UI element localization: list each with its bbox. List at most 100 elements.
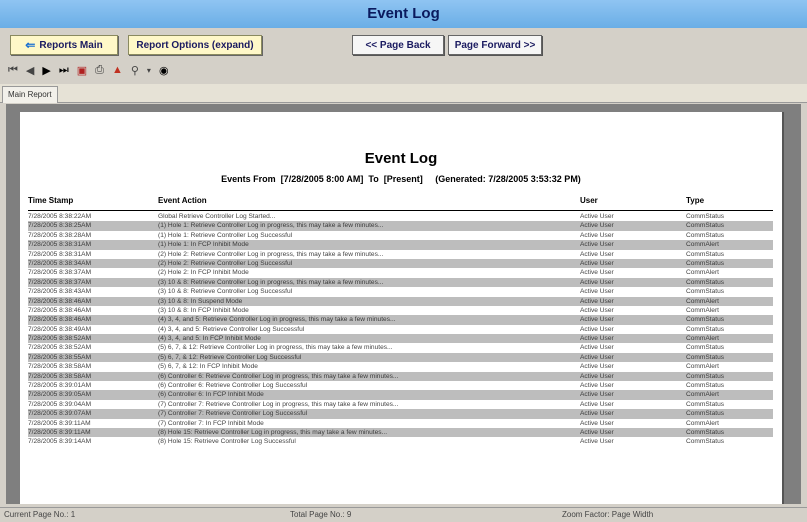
cell-type: CommStatus [686, 316, 725, 324]
page-forward-label: Page Forward >> [454, 39, 536, 51]
cell-time-stamp: 7/28/2005 8:38:37AM [28, 269, 92, 277]
cell-event-action: (3) 10 & 8: Retrieve Controller Log in p… [158, 278, 384, 286]
cell-event-action: (4) 3, 4, and 5: Retrieve Controller Log… [158, 316, 396, 324]
window-title: Event Log [367, 5, 440, 22]
table-row: 7/28/2005 8:38:46AM (4) 3, 4, and 5: Retr… [28, 315, 773, 325]
first-page-icon[interactable]: ⏮ [8, 64, 18, 77]
cell-time-stamp: 7/28/2005 8:38:52AM [28, 335, 92, 343]
report-options-button[interactable]: Report Options (expand) [128, 35, 262, 55]
print-icon[interactable]: ⎙ [95, 64, 104, 77]
cell-user: Active User [580, 259, 614, 267]
cell-event-action: (1) Hole 1: Retrieve Controller Log Succ… [158, 231, 293, 239]
cell-event-action: (3) 10 & 8: Retrieve Controller Log Succ… [158, 288, 293, 296]
header-type: Type [686, 196, 705, 205]
cell-event-action: (4) 3, 4, and 5: Retrieve Controller Log… [158, 325, 305, 333]
table-row: 7/28/2005 8:39:07AM (7) Controller 7: Ret… [28, 409, 773, 419]
cell-user: Active User [580, 316, 614, 324]
table-row: 7/28/2005 8:38:25AM (1) Hole 1: Retrieve … [28, 221, 773, 231]
report-title: Event Log [364, 150, 438, 167]
cell-time-stamp: 7/28/2005 8:38:58AM [28, 372, 92, 380]
last-page-icon[interactable]: ⏭ [59, 64, 69, 77]
cell-type: CommStatus [686, 250, 725, 258]
table-row: 7/28/2005 8:39:11AM (8) Hole 15: Retrieve… [28, 427, 773, 438]
table-header: Time Stamp Event Action User Type [28, 196, 773, 211]
cell-event-action: (7) Controller 7: Retrieve Controller Lo… [158, 410, 308, 418]
cell-type: CommStatus [686, 438, 725, 446]
cell-time-stamp: 7/28/2005 8:38:31AM [28, 250, 92, 258]
pdf-icon[interactable]: ▲ [112, 64, 123, 76]
table-row: 7/28/2005 8:38:31AM (1) Hole 1: In FCP In… [28, 240, 773, 250]
cell-event-action: Global Retrieve Controller Log Started..… [158, 213, 276, 220]
cell-user: Active User [580, 400, 614, 408]
prev-page-icon[interactable]: ◀ [26, 64, 34, 77]
cell-event-action: (8) Hole 15: Retrieve Controller Log Suc… [158, 438, 296, 446]
cell-time-stamp: 7/28/2005 8:38:37AM [28, 278, 92, 286]
table-row: 7/28/2005 8:38:55AM (5) 6, 7, & 12: Retri… [28, 352, 773, 363]
current-page-status: Current Page No.: 1 [4, 510, 76, 519]
cell-time-stamp: 7/28/2005 8:39:04AM [28, 400, 92, 408]
cell-time-stamp: 7/28/2005 8:39:01AM [28, 382, 92, 390]
cell-time-stamp: 7/28/2005 8:38:25AM [28, 222, 92, 230]
export-icon[interactable]: ▣ [77, 64, 87, 77]
back-arrow-icon: ⇐ [25, 38, 36, 52]
reports-main-label: Reports Main [39, 39, 103, 51]
cell-time-stamp: 7/28/2005 8:39:11AM [28, 419, 91, 427]
cell-event-action: (3) 10 & 8: In Suspend Mode [158, 297, 243, 305]
cell-time-stamp: 7/28/2005 8:38:46AM [28, 306, 92, 314]
table-row: 7/28/2005 8:39:14AM (8) Hole 15: Retrieve… [28, 437, 773, 446]
cell-event-action: (5) 6, 7, & 12: Retrieve Controller Log … [158, 353, 302, 361]
zoom-icon[interactable]: ⚲ [131, 64, 139, 77]
cell-time-stamp: 7/28/2005 8:38:43AM [28, 288, 92, 296]
reports-main-button[interactable]: ⇐ Reports Main [10, 35, 118, 55]
cell-event-action: (6) Controller 6: Retrieve Controller Lo… [158, 372, 399, 380]
cell-user: Active User [580, 325, 614, 333]
cell-time-stamp: 7/28/2005 8:38:46AM [28, 316, 92, 324]
cell-type: CommAlert [686, 241, 719, 249]
cell-time-stamp: 7/28/2005 8:38:34AM [28, 259, 92, 267]
dropdown-icon[interactable]: ▾ [147, 66, 151, 75]
cell-time-stamp: 7/28/2005 8:38:28AM [28, 231, 92, 239]
cell-event-action: (6) Controller 6: Retrieve Controller Lo… [158, 382, 308, 390]
cell-time-stamp: 7/28/2005 8:39:05AM [28, 391, 92, 399]
find-icon[interactable]: ◉ [159, 64, 169, 77]
cell-user: Active User [580, 419, 614, 427]
cell-time-stamp: 7/28/2005 8:38:55AM [28, 353, 92, 361]
cell-type: CommStatus [686, 400, 725, 408]
table-row: 7/28/2005 8:38:52AM (4) 3, 4, and 5: In F… [28, 334, 773, 344]
cell-event-action: (6) Controller 6: In FCP Inhibit Mode [158, 391, 264, 399]
page-back-button[interactable]: << Page Back [352, 35, 444, 55]
table-body: 7/28/2005 8:38:22AM Global Retrieve Contr… [28, 212, 773, 447]
cell-user: Active User [580, 335, 614, 343]
cell-type: CommAlert [686, 306, 719, 314]
header-time-stamp: Time Stamp [28, 196, 74, 205]
page-forward-button[interactable]: Page Forward >> [448, 35, 542, 55]
tab-main-report[interactable]: Main Report [2, 86, 58, 103]
cell-type: CommAlert [686, 297, 719, 305]
table-row: 7/28/2005 8:38:58AM (6) Controller 6: Ret… [28, 371, 773, 382]
cell-type: CommStatus [686, 288, 725, 296]
cell-user: Active User [580, 222, 614, 230]
report-subtitle: Events From [7/28/2005 8:00 AM] To [Pres… [221, 174, 581, 184]
table-row: 7/28/2005 8:38:37AM (3) 10 & 8: Retrieve … [28, 277, 773, 288]
table-row: 7/28/2005 8:38:34AM (2) Hole 2: Retrieve … [28, 258, 773, 269]
cell-event-action: (5) 6, 7, & 12: Retrieve Controller Log … [158, 344, 393, 352]
table-row: 7/28/2005 8:38:46AM (3) 10 & 8: In Suspen… [28, 296, 773, 306]
cell-type: CommAlert [686, 335, 719, 343]
cell-type: CommStatus [686, 372, 725, 380]
cell-time-stamp: 7/28/2005 8:38:31AM [28, 241, 92, 249]
table-row: 7/28/2005 8:38:28AM (1) Hole 1: Retrieve … [28, 231, 773, 240]
cell-time-stamp: 7/28/2005 8:38:22AM [28, 213, 92, 220]
cell-event-action: (2) Hole 2: Retrieve Controller Log Succ… [158, 259, 293, 267]
cell-event-action: (7) Controller 7: In FCP Inhibit Mode [158, 419, 264, 427]
next-page-icon[interactable]: ▶ [42, 64, 50, 77]
table-row: 7/28/2005 8:38:52AM (5) 6, 7, & 12: Retri… [28, 343, 773, 352]
window-title-bar: Event Log [0, 0, 807, 28]
table-row: 7/28/2005 8:39:01AM (6) Controller 6: Ret… [28, 381, 773, 390]
cell-type: CommStatus [686, 213, 725, 220]
cell-type: CommStatus [686, 382, 725, 390]
cell-event-action: (7) Controller 7: Retrieve Controller Lo… [158, 400, 399, 408]
cell-time-stamp: 7/28/2005 8:38:49AM [28, 325, 92, 333]
table-row: 7/28/2005 8:38:37AM (2) Hole 2: In FCP In… [28, 268, 773, 277]
cell-user: Active User [580, 213, 614, 220]
cell-type: CommAlert [686, 269, 719, 277]
